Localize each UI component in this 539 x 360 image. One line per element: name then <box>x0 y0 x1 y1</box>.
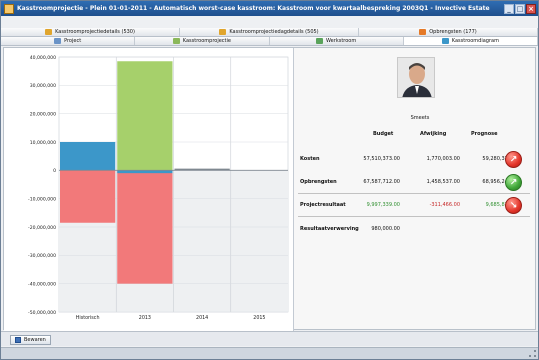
money-icon <box>419 29 427 35</box>
kosten-budget: 57,510,373.00 <box>363 156 400 162</box>
summary-panel: Smeets Budget Afwijking Prognose Kosten … <box>296 48 536 331</box>
project-icon <box>54 38 62 44</box>
kasstroom-window: Kasstroomprojectie - Plein 01-01-2011 - … <box>0 0 539 360</box>
person-photo <box>397 57 435 98</box>
opbrengsten-budget: 67,587,712.00 <box>363 179 400 185</box>
x-tick-label: 2013 <box>139 315 151 321</box>
close-button[interactable]: × <box>526 3 536 14</box>
result-divider <box>298 193 530 194</box>
detail-tabs: Kasstroomprojectiedetails (530) Kasstroo… <box>1 28 538 37</box>
y-tick-label: 0 <box>53 168 56 174</box>
kosten-afwijking: 1,770,003.00 <box>426 156 460 162</box>
row-label-opbrengsten: Opbrengsten <box>300 179 337 185</box>
workflow-icon <box>316 38 324 44</box>
projectresultaat-budget: 9,997,339.00 <box>366 202 400 208</box>
row-label-kosten: Kosten <box>300 156 320 162</box>
bar-segment <box>60 142 116 171</box>
y-tick-label: -40,000,000 <box>28 281 56 287</box>
tab-label: Project <box>64 38 82 44</box>
green-arrow-icon[interactable]: ↗ <box>505 174 522 191</box>
maximize-button[interactable]: □ <box>515 3 525 14</box>
cashflow-chart: 40,000,000 30,000,000 20,000,000 10,000,000… <box>28 55 289 321</box>
x-tick-label: 2015 <box>253 315 265 321</box>
y-tick-label: -30,000,000 <box>28 253 56 259</box>
person-name: Smeets <box>410 115 430 121</box>
cashflow-chart-panel: 40,000,000 30,000,000 20,000,000 10,000,000… <box>4 48 294 331</box>
content-area: 40,000,000 30,000,000 20,000,000 10,000,000… <box>3 47 536 331</box>
tab-kasstroomprojectie[interactable]: Kasstroomprojectie <box>135 37 270 45</box>
x-tick-label: 2014 <box>196 315 208 321</box>
y-tick-label: -10,000,000 <box>28 196 56 202</box>
tab-kasstroomprojectiedagdetails[interactable]: Kasstroomprojectiedagdetails (505) <box>180 28 359 36</box>
tab-kasstroomdiagram[interactable]: Kasstroomdiagram <box>403 37 538 45</box>
person-avatar <box>398 58 434 97</box>
status-bar <box>1 347 538 359</box>
main-tabs: Project Kasstroomprojectie Werkstroom Ka… <box>1 37 538 46</box>
save-button[interactable]: Bewaren <box>10 335 51 345</box>
y-tick-label: -20,000,000 <box>28 225 56 231</box>
tab-label: Kasstroomprojectiedagdetails (505) <box>229 29 319 35</box>
red-arrow-icon[interactable]: ↘ <box>505 197 522 214</box>
bar-segment <box>60 170 116 223</box>
tab-werkstroom[interactable]: Werkstroom <box>269 37 404 45</box>
minimize-button[interactable]: _ <box>504 3 514 14</box>
row-label-projectresultaat: Projectresultaat <box>300 202 346 208</box>
bar-segment <box>117 170 173 284</box>
window-title: Kasstroomprojectie - Plein 01-01-2011 - … <box>17 5 490 12</box>
opbrengsten-afwijking: 1,458,537.00 <box>426 179 460 185</box>
y-tick-label: 30,000,000 <box>30 83 56 89</box>
tab-label: Kasstroomdiagram <box>451 38 499 44</box>
tab-label: Werkstroom <box>326 38 357 44</box>
window-controls: _ □ × <box>504 3 536 14</box>
tab-opbrengsten[interactable]: Opbrengsten (177) <box>359 28 538 36</box>
table-divider <box>298 216 530 217</box>
app-icon <box>4 3 14 14</box>
tab-label: Kasstroomprojectie <box>182 38 231 44</box>
tab-label: Kasstroomprojectiedetails (530) <box>55 29 135 35</box>
bar-segment <box>117 170 173 174</box>
tab-kasstroomprojectiedetails[interactable]: Kasstroomprojectiedetails (530) <box>1 28 180 36</box>
x-tick-label: Historisch <box>76 315 100 321</box>
projectresultaat-afwijking: -311,466.00 <box>429 202 460 208</box>
chart-icon <box>441 38 449 44</box>
bar-segment <box>117 61 173 171</box>
resultaatverwerving-budget: 980,000.00 <box>371 226 400 232</box>
tab-project[interactable]: Project <box>1 37 136 45</box>
y-tick-label: -50,000,000 <box>28 310 56 316</box>
y-tick-label: 40,000,000 <box>30 55 56 61</box>
folder-icon <box>45 29 53 35</box>
y-tick-label: 10,000,000 <box>30 140 56 146</box>
save-label: Bewaren <box>24 337 46 343</box>
red-arrow-icon[interactable]: ↗ <box>505 151 522 168</box>
col-header-afwijking: Afwijking <box>420 131 447 137</box>
projection-icon <box>172 38 180 44</box>
title-bar[interactable]: Kasstroomprojectie - Plein 01-01-2011 - … <box>1 1 538 16</box>
y-tick-label: 20,000,000 <box>30 111 56 117</box>
folder-icon <box>219 29 227 35</box>
save-icon <box>15 337 21 343</box>
action-bar: Bewaren <box>1 331 538 346</box>
tab-label: Opbrengsten (177) <box>429 29 477 35</box>
col-header-budget: Budget <box>373 131 394 137</box>
resize-grip-icon[interactable] <box>529 350 536 357</box>
col-header-prognose: Prognose <box>471 131 498 137</box>
